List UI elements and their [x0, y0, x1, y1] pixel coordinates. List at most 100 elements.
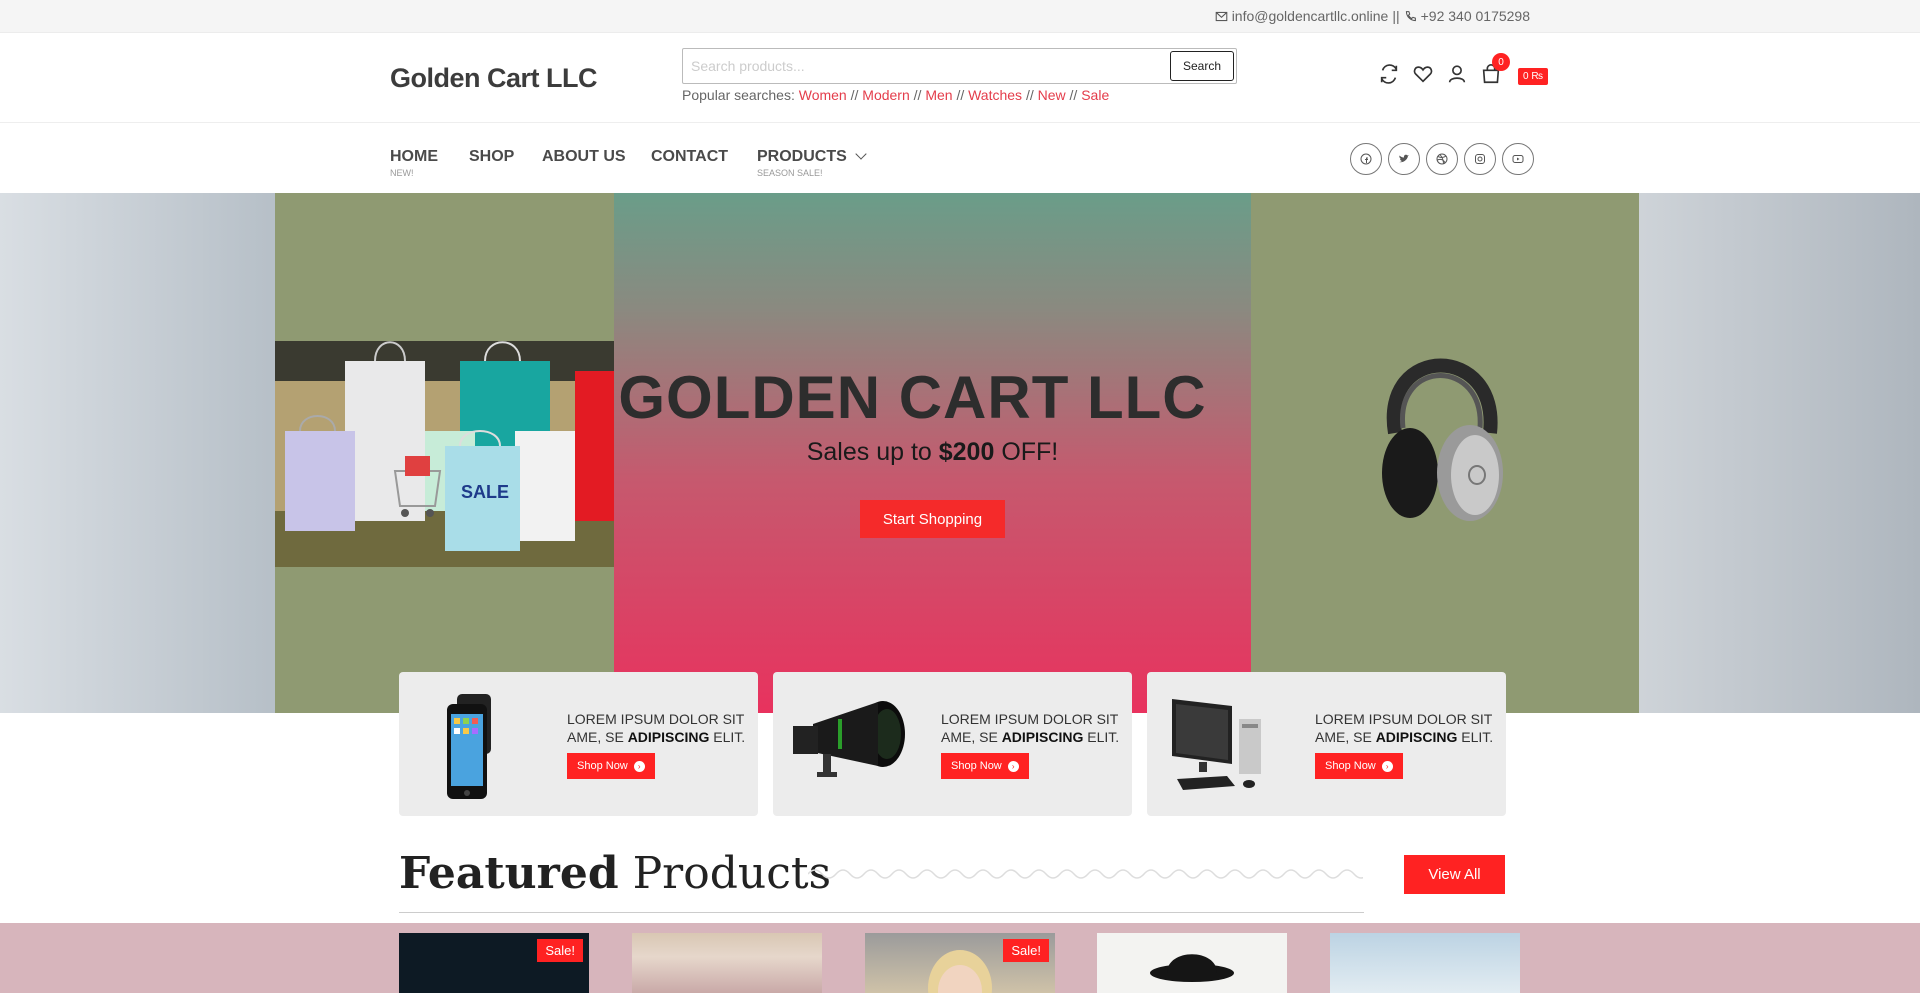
nav-label: CONTACT	[651, 148, 729, 165]
dribbble-icon[interactable]	[1426, 143, 1458, 175]
phone-icon	[1405, 10, 1416, 21]
shop-now-button[interactable]: Shop Now ›	[1315, 753, 1403, 779]
search-button[interactable]: Search	[1170, 51, 1234, 81]
nav-label: SHOP	[469, 148, 515, 165]
smartphone-image	[409, 684, 539, 804]
promo-line2: AME, SE ADIPISCING ELIT.	[941, 728, 1119, 746]
contact-phone[interactable]: +92 340 0175298	[1421, 8, 1530, 24]
header-actions: 0 0 ₨	[1378, 53, 1548, 85]
twitter-icon[interactable]	[1388, 143, 1420, 175]
shop-now-label: Shop Now	[951, 760, 1002, 772]
product-card[interactable]	[632, 933, 822, 993]
product-image	[1150, 954, 1234, 982]
nav-label: HOME	[390, 148, 438, 165]
search-input[interactable]	[691, 49, 1151, 83]
shop-now-label: Shop Now	[1325, 760, 1376, 772]
heading-bold: Featured	[399, 848, 619, 899]
popular-searches-label: Popular searches:	[682, 87, 795, 103]
top-bar: info@goldencartllc.online || +92 340 017…	[0, 0, 1920, 33]
desktop-computer-image	[1157, 684, 1287, 804]
promo-line2-prefix: AME, SE	[1315, 729, 1376, 745]
shop-now-button[interactable]: Shop Now ›	[567, 753, 655, 779]
popular-searches: Popular searches: Women // Modern // Men…	[682, 87, 1109, 103]
popular-tag-modern[interactable]: Modern	[862, 87, 909, 103]
cart-total[interactable]: 0 ₨	[1518, 67, 1548, 85]
tag-separator: //	[850, 87, 859, 103]
contact-info: info@goldencartllc.online || +92 340 017…	[1215, 8, 1530, 24]
heading-rest: Products	[618, 848, 832, 899]
instagram-icon[interactable]	[1464, 143, 1496, 175]
nav-sub-label: SEASON SALE!	[757, 168, 823, 178]
account-icon[interactable]	[1446, 63, 1468, 85]
compare-icon[interactable]	[1378, 63, 1400, 85]
product-card[interactable]	[1330, 933, 1520, 993]
wave-divider	[808, 869, 1363, 879]
hero-subtitle: Sales up to $200 OFF!	[614, 438, 1251, 467]
shop-now-label: Shop Now	[577, 760, 628, 772]
popular-tag-sale[interactable]: Sale	[1081, 87, 1109, 103]
contact-separator: ||	[1392, 8, 1400, 24]
popular-tag-watches[interactable]: Watches	[968, 87, 1022, 103]
nav-label: ABOUT US	[542, 148, 626, 165]
cart-count-badge: 0	[1492, 53, 1510, 71]
social-links	[1350, 143, 1534, 175]
chevron-down-icon	[855, 148, 867, 160]
promo-line2-bold: ADIPISCING	[1375, 729, 1458, 745]
product-card[interactable]: Sale!	[399, 933, 589, 993]
popular-tag-men[interactable]: Men	[925, 87, 952, 103]
promo-line2-prefix: AME, SE	[941, 729, 1002, 745]
promo-line1: LOREM IPSUM DOLOR SIT	[941, 711, 1119, 727]
promo-text: LOREM IPSUM DOLOR SIT AME, SE ADIPISCING…	[567, 710, 745, 746]
contact-email[interactable]: info@goldencartllc.online	[1232, 8, 1389, 24]
nav-label: PRODUCTS	[757, 148, 847, 165]
product-card[interactable]: Sale!	[865, 933, 1055, 993]
mail-icon	[1215, 11, 1227, 21]
promo-line1: LOREM IPSUM DOLOR SIT	[1315, 711, 1493, 727]
promo-line2: AME, SE ADIPISCING ELIT.	[1315, 728, 1493, 746]
wishlist-icon[interactable]	[1412, 63, 1434, 85]
search-form: Search	[682, 48, 1237, 84]
facebook-icon[interactable]	[1350, 143, 1382, 175]
bag-label: SALE	[460, 482, 509, 502]
cart-icon[interactable]: 0	[1480, 53, 1510, 85]
promo-card: LOREM IPSUM DOLOR SIT AME, SE ADIPISCING…	[1147, 672, 1506, 816]
promo-card: LOREM IPSUM DOLOR SIT AME, SE ADIPISCING…	[773, 672, 1132, 816]
promo-line2-suffix: ELIT.	[709, 729, 746, 745]
headphones-image	[1365, 323, 1515, 523]
nav-item-home[interactable]: HOME NEW!	[390, 148, 438, 178]
tag-separator: //	[913, 87, 922, 103]
nav-item-contact[interactable]: CONTACT	[651, 148, 728, 166]
nav-item-products[interactable]: PRODUCTS SEASON SALE!	[757, 148, 867, 178]
shop-now-button[interactable]: Shop Now ›	[941, 753, 1029, 779]
promo-line2-prefix: AME, SE	[567, 729, 628, 745]
popular-tag-women[interactable]: Women	[799, 87, 847, 103]
start-shopping-button[interactable]: Start Shopping	[860, 500, 1005, 538]
tag-separator: //	[956, 87, 965, 103]
promo-line1: LOREM IPSUM DOLOR SIT	[567, 711, 745, 727]
promo-line2-bold: ADIPISCING	[1001, 729, 1084, 745]
hero-sub-suffix: OFF!	[994, 438, 1059, 466]
featured-products-heading: Featured Products	[399, 848, 831, 899]
promo-text: LOREM IPSUM DOLOR SIT AME, SE ADIPISCING…	[941, 710, 1119, 746]
hero-sub-prefix: Sales up to	[806, 438, 939, 466]
camera-lens-image	[783, 684, 913, 804]
sale-badge: Sale!	[537, 939, 583, 962]
promo-text: LOREM IPSUM DOLOR SIT AME, SE ADIPISCING…	[1315, 710, 1493, 746]
hero-sub-amount: $200	[938, 438, 995, 466]
promo-card: LOREM IPSUM DOLOR SIT AME, SE ADIPISCING…	[399, 672, 758, 816]
arrow-right-icon: ›	[1381, 760, 1393, 772]
hero-title: GOLDEN CART LLC	[618, 364, 1207, 431]
tag-separator: //	[1069, 87, 1078, 103]
arrow-right-icon: ›	[633, 760, 645, 772]
product-card[interactable]	[1097, 933, 1287, 993]
shopping-bags-image: SALE	[275, 341, 614, 567]
nav-item-shop[interactable]: SHOP	[469, 148, 514, 166]
sale-badge: Sale!	[1003, 939, 1049, 962]
nav-item-about-us[interactable]: ABOUT US	[542, 148, 626, 166]
popular-tag-new[interactable]: New	[1038, 87, 1066, 103]
site-logo[interactable]: Golden Cart LLC	[390, 63, 598, 94]
promo-line2-suffix: ELIT.	[1083, 729, 1120, 745]
view-all-button[interactable]: View All	[1404, 855, 1505, 894]
youtube-icon[interactable]	[1502, 143, 1534, 175]
tag-separator: //	[1025, 87, 1034, 103]
